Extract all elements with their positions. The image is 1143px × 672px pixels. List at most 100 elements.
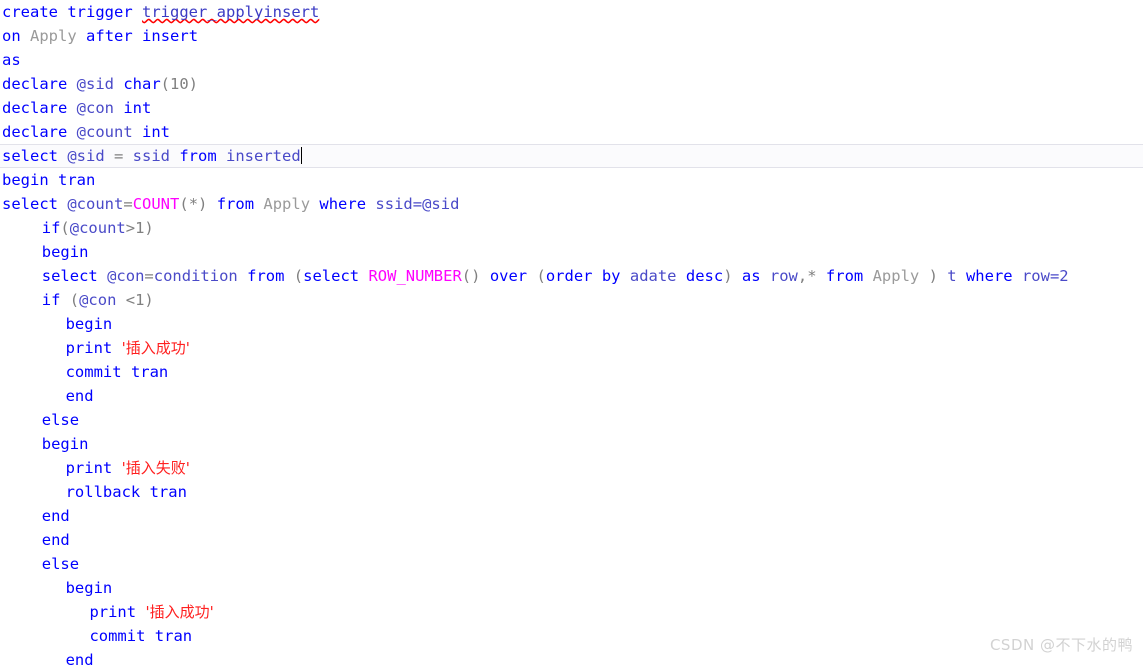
code-token: begin — [41, 435, 89, 453]
code-line[interactable]: create trigger trigger_applyinsert — [0, 0, 1143, 24]
code-token: select — [41, 267, 98, 285]
code-line[interactable]: if (@con <1) — [0, 288, 1143, 312]
code-token: print — [65, 459, 113, 477]
code-editor[interactable]: create trigger trigger_applyinsert on App… — [0, 0, 1143, 669]
code-token: rollback — [65, 483, 141, 501]
code-token: as — [2, 51, 21, 69]
code-token: '插入成功' — [145, 603, 214, 621]
code-token: from — [825, 267, 864, 285]
code-token: = — [144, 267, 154, 285]
code-token: ( — [60, 219, 70, 237]
code-token: Apply — [263, 195, 311, 213]
code-line[interactable]: end — [0, 384, 1143, 408]
code-token: tran — [130, 363, 169, 381]
code-token: end — [65, 651, 94, 669]
code-token: Apply — [30, 27, 77, 45]
code-line[interactable]: begin — [0, 240, 1143, 264]
code-line[interactable]: begin tran — [0, 168, 1143, 192]
code-line[interactable]: end — [0, 504, 1143, 528]
code-token: * — [807, 267, 817, 285]
code-token: where — [965, 267, 1013, 285]
code-token: by — [601, 267, 621, 285]
code-line[interactable]: begin — [0, 432, 1143, 456]
code-line[interactable]: declare @sid char(10) — [0, 72, 1143, 96]
code-line[interactable]: else — [0, 408, 1143, 432]
code-line[interactable]: commit tran — [0, 360, 1143, 384]
code-line[interactable]: print '插入成功' — [0, 336, 1143, 360]
code-token: declare — [2, 75, 68, 93]
code-token: end — [65, 387, 94, 405]
code-line[interactable]: commit tran — [0, 624, 1143, 648]
code-line[interactable]: else — [0, 552, 1143, 576]
code-token: ( — [60, 291, 80, 309]
code-token: declare — [2, 99, 68, 117]
code-line[interactable]: begin — [0, 576, 1143, 600]
code-token: select — [303, 267, 360, 285]
code-line[interactable]: declare @count int — [0, 120, 1143, 144]
code-text-area[interactable]: create trigger trigger_applyinsert on App… — [0, 0, 1143, 672]
code-token: () — [461, 267, 481, 285]
code-line[interactable]: select @sid = ssid from inserted — [0, 144, 1143, 168]
code-token: order — [545, 267, 593, 285]
code-token: int — [142, 123, 171, 141]
code-line[interactable]: declare @con int — [0, 96, 1143, 120]
code-token: '插入失败' — [121, 459, 190, 477]
code-token: t — [947, 267, 957, 285]
code-token: print — [89, 603, 137, 621]
code-token: >1) — [125, 219, 154, 237]
code-token: ) — [919, 267, 948, 285]
code-line[interactable]: print '插入失败' — [0, 456, 1143, 480]
code-line[interactable]: select @con=condition from (select ROW_N… — [0, 264, 1143, 288]
code-line[interactable]: end — [0, 648, 1143, 672]
code-token: ) — [723, 267, 742, 285]
code-token: end — [41, 507, 70, 525]
code-token: condition — [153, 267, 238, 285]
code-line[interactable]: as — [0, 48, 1143, 72]
code-token: select — [2, 147, 58, 165]
code-line[interactable]: print '插入成功' — [0, 600, 1143, 624]
code-token: <1) — [116, 291, 154, 309]
code-line[interactable]: begin — [0, 312, 1143, 336]
code-token: inserted — [226, 147, 301, 165]
code-token: begin — [65, 315, 113, 333]
code-token: ( — [536, 267, 546, 285]
code-token: @sid — [422, 195, 460, 213]
code-token: tran — [58, 171, 96, 189]
code-token: char — [123, 75, 161, 93]
code-line[interactable]: on Apply after insert — [0, 24, 1143, 48]
code-line[interactable]: rollback tran — [0, 480, 1143, 504]
code-line[interactable]: end — [0, 528, 1143, 552]
code-token: row — [769, 267, 798, 285]
code-token: ( — [293, 267, 304, 285]
code-token: (*) — [179, 195, 208, 213]
code-token: commit — [89, 627, 146, 645]
code-token: desc — [685, 267, 724, 285]
code-token: create — [2, 3, 58, 21]
code-token: from — [179, 147, 217, 165]
code-line[interactable]: select @count=COUNT(*) from Apply where … — [0, 192, 1143, 216]
code-token: tran — [154, 627, 193, 645]
code-line[interactable]: if(@count>1) — [0, 216, 1143, 240]
csdn-watermark: CSDN @不下水的鸭 — [989, 636, 1133, 654]
code-token: if — [41, 291, 61, 309]
